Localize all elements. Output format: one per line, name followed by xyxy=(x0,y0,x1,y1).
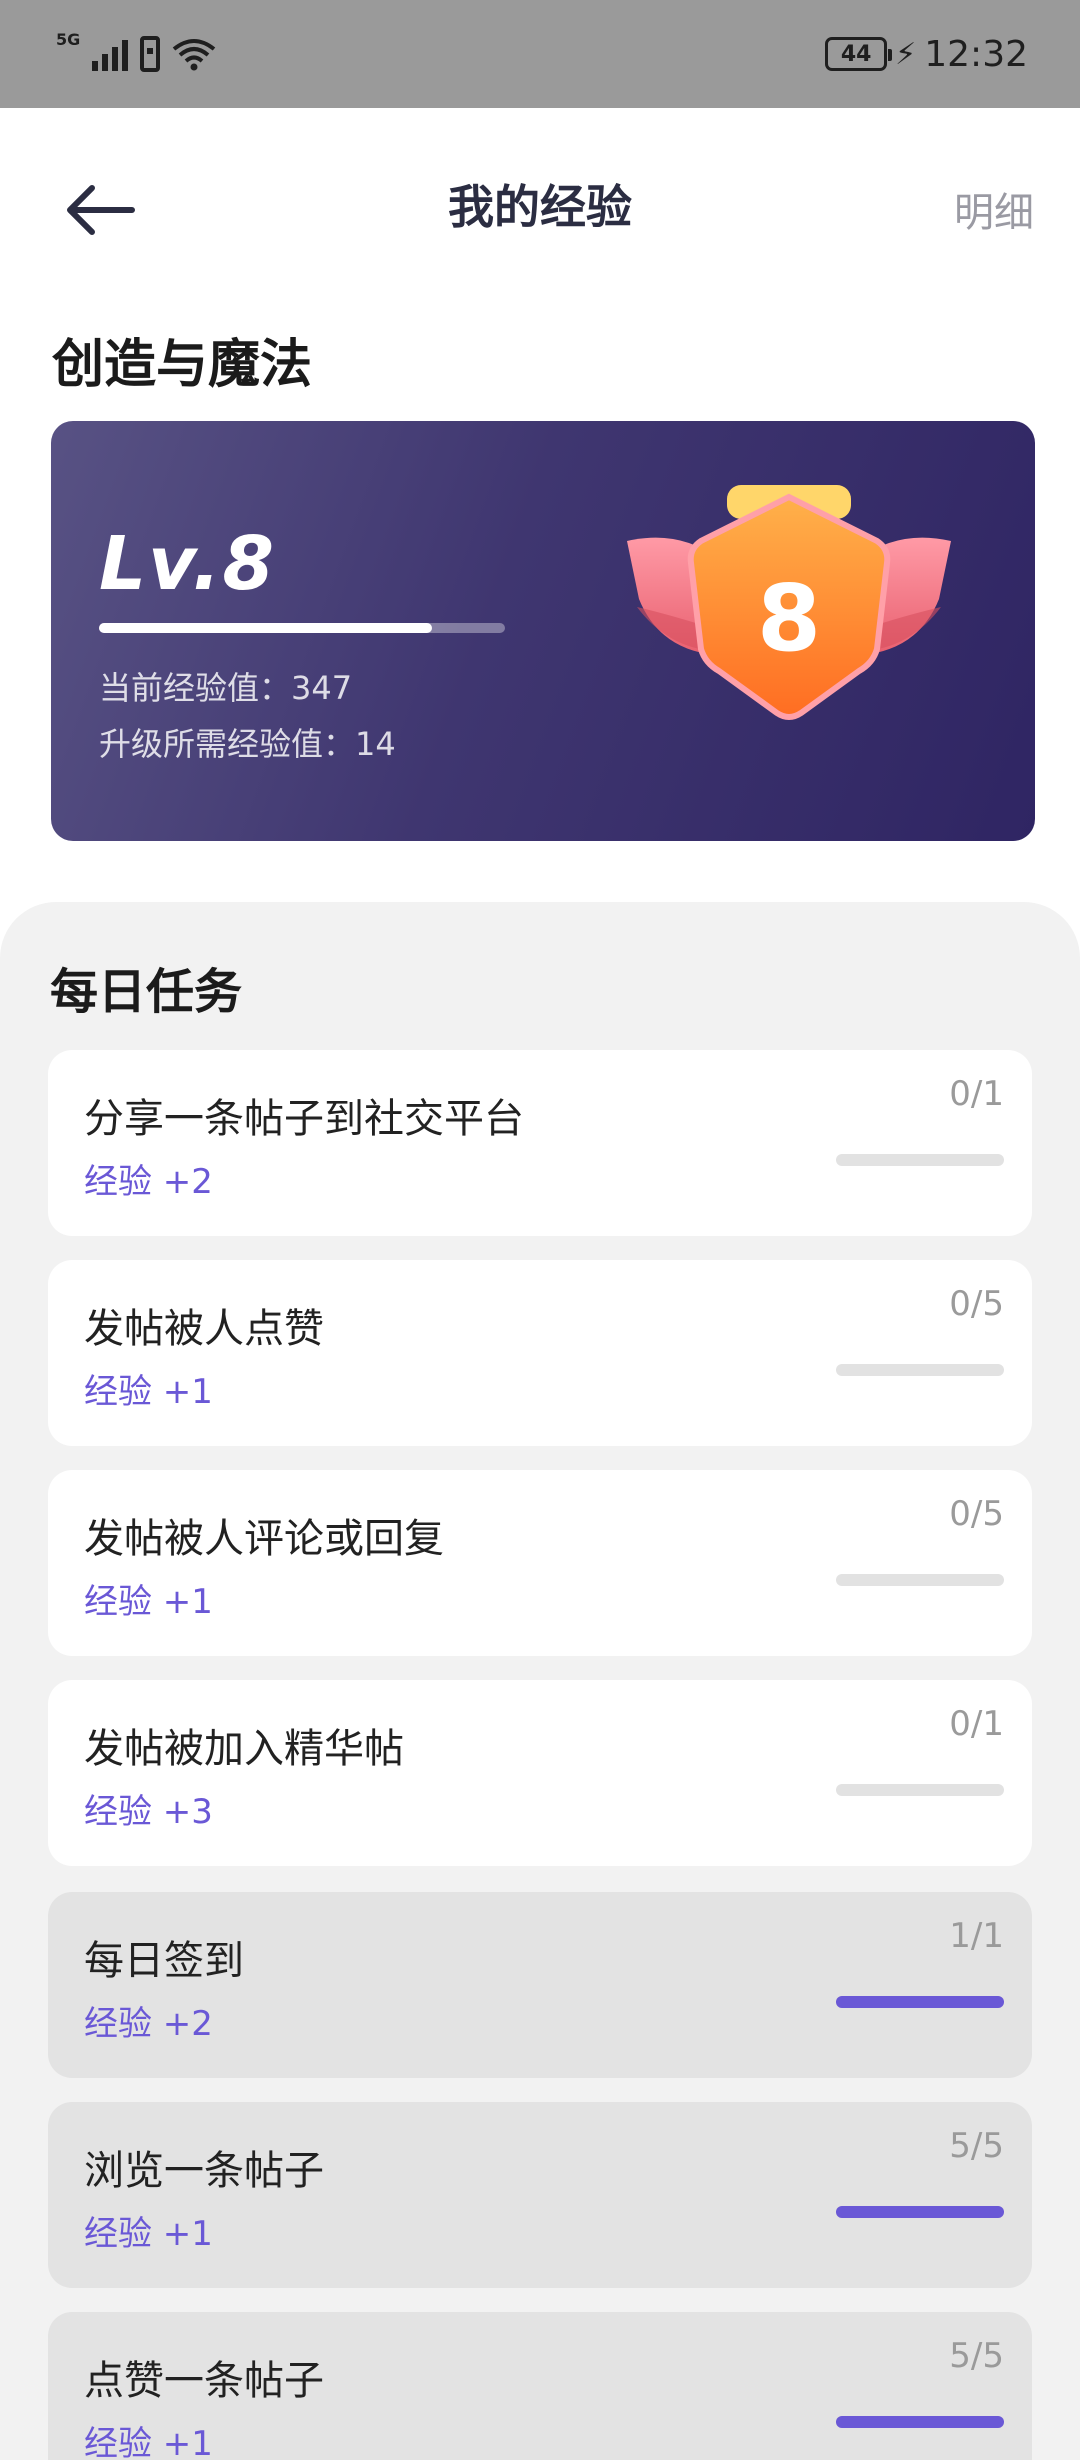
task-progress-fill xyxy=(836,2416,1004,2428)
task-reward: 经验 +2 xyxy=(84,1162,213,1202)
task-count: 1/1 xyxy=(949,1916,1004,1956)
task-name: 每日签到 xyxy=(84,1938,244,1984)
battery-level: 44 xyxy=(840,41,872,67)
task-name: 分享一条帖子到社交平台 xyxy=(84,1096,524,1142)
detail-button[interactable]: 明细 xyxy=(954,180,1034,238)
task-progress-track xyxy=(836,1784,1004,1796)
status-bar: 5G 44 ⚡ 12:32 xyxy=(0,0,1080,108)
battery-icon: 44 xyxy=(825,37,893,71)
task-item[interactable]: 分享一条帖子到社交平台 经验 +2 0/1 xyxy=(48,1050,1032,1236)
status-bar-right: 44 ⚡ 12:32 xyxy=(825,34,1028,75)
daily-tasks-title: 每日任务 xyxy=(50,964,243,1020)
charging-icon: ⚡ xyxy=(895,36,917,72)
sim-icon xyxy=(140,36,161,72)
task-progress-track xyxy=(836,1364,1004,1376)
back-button[interactable] xyxy=(66,174,138,246)
task-progress-track xyxy=(836,1574,1004,1586)
task-item[interactable]: 发帖被人评论或回复 经验 +1 0/5 xyxy=(48,1470,1032,1656)
level-card: Lv.8 当前经验值：347 升级所需经验值：14 8 xyxy=(51,421,1035,841)
task-item[interactable]: 发帖被人点赞 经验 +1 0/5 xyxy=(48,1260,1032,1446)
app-header: 我的经验 明细 xyxy=(0,108,1080,300)
task-reward: 经验 +3 xyxy=(84,1792,213,1832)
task-name: 发帖被人点赞 xyxy=(84,1306,324,1352)
task-progress-track xyxy=(836,2416,1004,2428)
clock: 12:32 xyxy=(924,33,1028,75)
task-reward: 经验 +1 xyxy=(84,2424,213,2460)
daily-tasks-panel: 每日任务 分享一条帖子到社交平台 经验 +2 0/1 发帖被人点赞 经验 +1 … xyxy=(0,902,1080,2460)
community-name: 创造与魔法 xyxy=(52,335,313,395)
task-count: 0/1 xyxy=(949,1704,1004,1744)
task-reward: 经验 +1 xyxy=(84,1372,213,1412)
task-item[interactable]: 每日签到 经验 +2 1/1 xyxy=(48,1892,1032,2078)
task-reward: 经验 +2 xyxy=(84,2004,213,2044)
page-title: 我的经验 xyxy=(448,180,632,234)
signal-icon xyxy=(92,37,129,71)
task-count: 0/5 xyxy=(949,1284,1004,1324)
task-count: 5/5 xyxy=(949,2336,1004,2376)
task-reward: 经验 +1 xyxy=(84,1582,213,1622)
task-progress-track xyxy=(836,1996,1004,2008)
status-bar-left: 5G xyxy=(56,32,216,72)
task-progress-fill xyxy=(836,1996,1004,2008)
task-name: 发帖被加入精华帖 xyxy=(84,1726,404,1772)
task-item[interactable]: 发帖被加入精华帖 经验 +3 0/1 xyxy=(48,1680,1032,1866)
wifi-icon xyxy=(173,39,216,71)
back-arrow-icon xyxy=(67,185,135,235)
network-type: 5G xyxy=(56,30,81,49)
level-progress-fill xyxy=(99,623,432,633)
task-name: 发帖被人评论或回复 xyxy=(84,1516,444,1562)
task-count: 5/5 xyxy=(949,2126,1004,2166)
task-progress-track xyxy=(836,2206,1004,2218)
level-badge: 8 xyxy=(619,479,959,739)
task-name: 点赞一条帖子 xyxy=(84,2358,324,2404)
task-item[interactable]: 浏览一条帖子 经验 +1 5/5 xyxy=(48,2102,1032,2288)
level-label: Lv.8 xyxy=(99,521,276,607)
task-progress-track xyxy=(836,1154,1004,1166)
needed-exp: 升级所需经验值：14 xyxy=(99,725,396,763)
task-count: 0/1 xyxy=(949,1074,1004,1114)
task-item[interactable]: 点赞一条帖子 经验 +1 5/5 xyxy=(48,2312,1032,2460)
task-progress-fill xyxy=(836,2206,1004,2218)
level-progress-track xyxy=(99,623,505,633)
current-exp: 当前经验值：347 xyxy=(99,669,353,707)
task-count: 0/5 xyxy=(949,1494,1004,1534)
task-reward: 经验 +1 xyxy=(84,2214,213,2254)
badge-number: 8 xyxy=(756,565,821,672)
task-name: 浏览一条帖子 xyxy=(84,2148,324,2194)
